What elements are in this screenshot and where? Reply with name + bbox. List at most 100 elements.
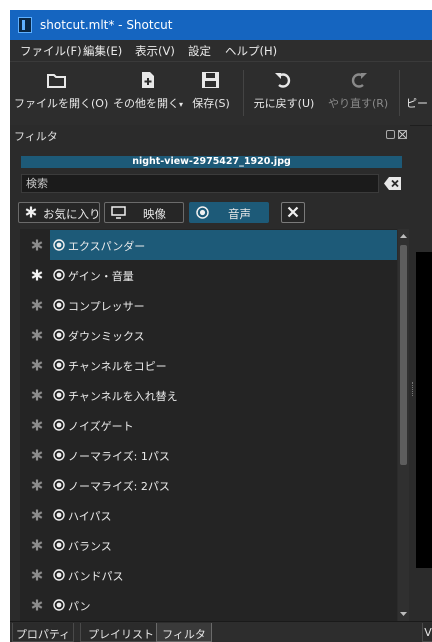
scroll-up-icon[interactable] (398, 231, 409, 241)
shotcut-app-icon (18, 17, 32, 33)
audio-filter-icon (53, 329, 65, 341)
window-title: shotcut.mlt* - Shotcut (40, 18, 173, 32)
current-file-name: night-view-2975427_1920.jpg (21, 156, 402, 168)
favorite-star-icon[interactable] (31, 479, 43, 491)
audio-filter-icon (53, 599, 65, 611)
open-other-button[interactable]: その他を開く▾ (113, 68, 183, 118)
filter-list-item[interactable]: バランス (20, 530, 397, 560)
filter-name: バンドパス (68, 570, 124, 583)
filter-name: ハイパス (68, 510, 112, 523)
menu-file[interactable]: ファイル(F) (20, 43, 82, 59)
peak-meter-icon (408, 71, 430, 89)
filter-name: チャンネルを入れ替え (68, 390, 178, 403)
filter-list-item[interactable]: ノイズゲート (20, 410, 397, 440)
tab-favorites[interactable]: お気に入り (18, 202, 101, 223)
favorite-star-icon[interactable] (31, 269, 43, 281)
open-other-label: その他を開く▾ (113, 95, 183, 111)
filter-name: ノーマライズ: 1パス (68, 450, 170, 463)
favorite-star-icon[interactable] (31, 509, 43, 521)
tab-video[interactable]: 映像 (104, 202, 184, 223)
filter-name: バランス (68, 540, 112, 553)
undo-label: 元に戻す(U) (253, 97, 315, 110)
favorite-star-icon[interactable] (31, 299, 43, 311)
splitter-handle[interactable] (412, 382, 415, 396)
menu-help[interactable]: ヘルプ(H) (225, 43, 277, 59)
filter-list-item[interactable]: ノーマライズ: 1パス (20, 440, 397, 470)
tab-playlist[interactable]: プレイリスト (80, 623, 162, 642)
favorite-star-icon[interactable] (31, 359, 43, 371)
undo-button[interactable]: 元に戻す(U) (252, 68, 316, 118)
clear-search-button[interactable] (383, 176, 403, 191)
filter-list-scrollbar[interactable] (398, 229, 409, 621)
main-toolbar: ファイルを開く(O) その他を開く▾ 保存(S) 元に戻す(U) やり直す(R)… (10, 61, 432, 126)
filter-search-input[interactable] (22, 175, 378, 192)
favorite-star-icon (25, 206, 37, 218)
filter-list-item[interactable]: バンドパス (20, 560, 397, 590)
tab-next[interactable]: V (422, 623, 432, 642)
app-window: shotcut.mlt* - Shotcut ファイル(F) 編集(E) 表示(… (10, 10, 432, 642)
favorite-star-icon[interactable] (31, 329, 43, 341)
favorite-star-icon[interactable] (31, 389, 43, 401)
undo-icon (275, 73, 291, 88)
tab-favorites-label: お気に入り (43, 207, 101, 221)
menu-view[interactable]: 表示(V) (135, 43, 175, 59)
dock-tab-bar: プロパティ プレイリスト フィルタ V (10, 621, 432, 642)
filter-list-item[interactable]: ダウンミックス (20, 320, 397, 350)
folder-open-icon (47, 74, 66, 88)
tab-next-label: V (424, 626, 432, 639)
open-file-button[interactable]: ファイルを開く(O) (14, 68, 108, 118)
filter-list-item[interactable]: パン (20, 590, 397, 620)
peak-meter-button[interactable]: ピー (406, 68, 432, 118)
audio-filter-icon (53, 479, 65, 491)
favorite-star-icon[interactable] (31, 569, 43, 581)
filter-list-item[interactable]: コンプレッサー (20, 290, 397, 320)
filter-name: ノイズゲート (68, 420, 134, 433)
favorite-star-icon[interactable] (31, 449, 43, 461)
dropdown-arrow-icon: ▾ (179, 100, 184, 109)
favorite-star-icon[interactable] (31, 599, 43, 611)
filters-panel-title: フィルタ (14, 130, 58, 143)
favorite-star-icon[interactable] (31, 419, 43, 431)
save-icon (202, 72, 219, 88)
filter-list-item[interactable]: ゲイン・音量 (20, 260, 397, 290)
add-file-icon (142, 72, 154, 88)
filter-list-item[interactable]: チャンネルをコピー (20, 350, 397, 380)
favorite-star-icon[interactable] (31, 239, 43, 251)
filter-list-item[interactable]: チャンネルを入れ替え (20, 380, 397, 410)
tab-filters[interactable]: フィルタ (156, 623, 212, 642)
filter-list-item[interactable]: エクスパンダー (20, 230, 397, 260)
redo-button[interactable]: やり直す(R) (328, 68, 388, 118)
filter-name: チャンネルをコピー (68, 360, 167, 373)
filter-name: ダウンミックス (68, 330, 145, 343)
redo-label: やり直す(R) (328, 97, 389, 110)
save-label: 保存(S) (192, 97, 230, 110)
tab-playlist-label: プレイリスト (88, 628, 154, 641)
filter-search-box (21, 174, 379, 193)
toolbar-separator (243, 70, 244, 116)
filters-panel-header: フィルタ (10, 125, 410, 143)
scroll-down-icon[interactable] (398, 609, 409, 619)
tab-audio[interactable]: 音声 (189, 202, 269, 223)
audio-filter-icon (53, 449, 65, 461)
scrollbar-thumb[interactable] (400, 245, 407, 465)
backspace-clear-icon (384, 177, 401, 190)
menu-settings[interactable]: 設定 (188, 43, 211, 59)
filter-list-item[interactable]: ノーマライズ: 2パス (20, 470, 397, 500)
audio-disc-icon (196, 206, 209, 219)
close-panel-icon[interactable] (398, 130, 407, 139)
save-button[interactable]: 保存(S) (188, 68, 234, 118)
video-preview (416, 252, 432, 568)
close-filter-button[interactable] (281, 202, 305, 223)
menu-bar: ファイル(F) 編集(E) 表示(V) 設定 ヘルプ(H) (10, 40, 432, 61)
monitor-icon (111, 206, 126, 219)
tab-properties[interactable]: プロパティ (12, 623, 74, 642)
tab-filters-label: フィルタ (162, 628, 206, 641)
audio-filter-icon (53, 269, 65, 281)
filter-list-item[interactable]: ハイパス (20, 500, 397, 530)
menu-edit[interactable]: 編集(E) (83, 43, 122, 59)
favorite-star-icon[interactable] (31, 539, 43, 551)
filter-name: コンプレッサー (68, 300, 145, 313)
audio-filter-icon (53, 299, 65, 311)
tab-properties-label: プロパティ (15, 628, 71, 641)
float-panel-icon[interactable] (386, 130, 395, 139)
